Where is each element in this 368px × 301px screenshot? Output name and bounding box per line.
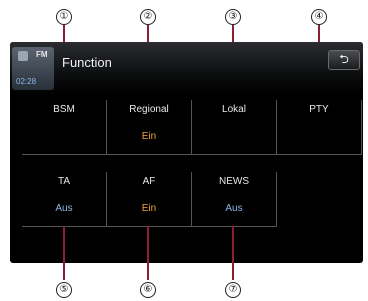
clock-display: 02:28 <box>16 77 37 86</box>
callout-5: ⑤ <box>56 282 72 298</box>
callout-6-leader <box>147 226 149 280</box>
news-value: Aus <box>225 203 243 214</box>
bsm-button[interactable]: BSM <box>22 100 107 155</box>
ta-value: Aus <box>55 203 73 214</box>
ta-label: TA <box>57 176 71 187</box>
callout-5-leader <box>63 226 65 280</box>
bsm-label: BSM <box>53 104 75 115</box>
callout-7: ⑦ <box>225 282 241 298</box>
lokal-label: Lokal <box>222 104 246 115</box>
news-button[interactable]: NEWS Aus <box>192 172 277 227</box>
back-arrow-icon: ⮌ <box>339 51 349 66</box>
callout-4: ④ <box>311 9 327 25</box>
af-label: AF <box>142 176 156 187</box>
radio-source-tile[interactable]: FM 02:28 <box>12 47 54 90</box>
header-bar: FM 02:28 Function ⮌ <box>10 42 363 96</box>
af-value: Ein <box>141 203 157 214</box>
ta-button[interactable]: TA Aus <box>22 172 107 227</box>
radio-icon <box>18 51 28 61</box>
regional-label: Regional <box>129 104 169 115</box>
pty-label: PTY <box>309 104 329 115</box>
source-badge: FM <box>36 50 48 59</box>
pty-button[interactable]: PTY <box>277 100 362 155</box>
empty-slot <box>277 172 362 227</box>
regional-value: Ein <box>141 131 157 142</box>
callout-2: ② <box>140 9 156 25</box>
callout-3: ③ <box>225 9 241 25</box>
callout-6: ⑥ <box>140 282 156 298</box>
lokal-button[interactable]: Lokal <box>192 100 277 155</box>
regional-button[interactable]: Regional Ein <box>107 100 192 155</box>
news-label: NEWS <box>219 176 249 187</box>
callout-7-leader <box>232 226 234 280</box>
page-title: Function <box>62 55 112 70</box>
callout-1: ① <box>56 9 72 25</box>
back-button[interactable]: ⮌ <box>328 50 360 70</box>
af-button[interactable]: AF Ein <box>107 172 192 227</box>
